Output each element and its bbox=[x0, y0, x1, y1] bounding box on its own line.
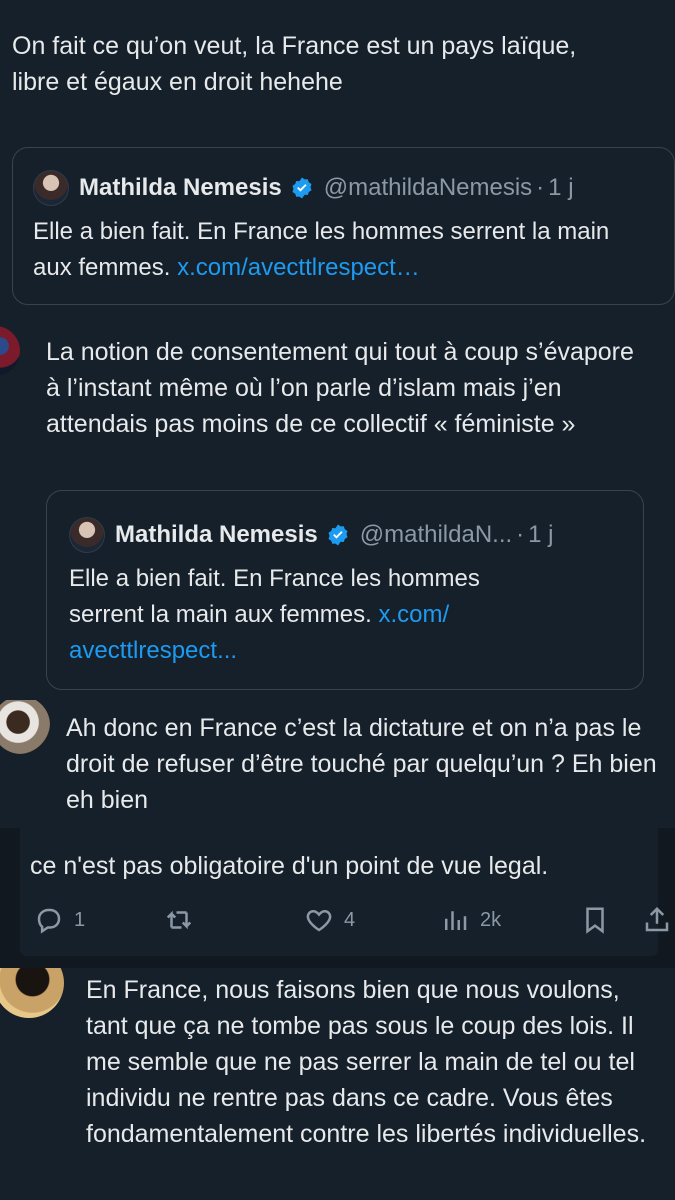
views-icon bbox=[445, 911, 467, 930]
tweet-5-text: En France, nous faisons bien que nous vo… bbox=[86, 976, 647, 1148]
quoted-tweet-2[interactable]: Mathilda Nemesis @mathildaN... · 1 j Ell… bbox=[46, 490, 644, 690]
verified-badge-icon bbox=[292, 177, 312, 199]
reply-count: 1 bbox=[74, 908, 86, 931]
share-icon bbox=[645, 906, 669, 932]
separator-dot: · bbox=[536, 174, 545, 201]
action-bar: 1 4 2k bbox=[0, 900, 675, 940]
like-count: 4 bbox=[344, 908, 356, 931]
quoted-author-name[interactable]: Mathilda Nemesis bbox=[115, 521, 318, 549]
separator-dot: · bbox=[516, 521, 525, 548]
bookmark-button[interactable] bbox=[580, 905, 610, 935]
tweet-5: En France, nous faisons bien que nous vo… bbox=[0, 968, 675, 1200]
quoted-author-name[interactable]: Mathilda Nemesis bbox=[79, 174, 282, 202]
tweet-1: On fait ce qu’on veut, la France est un … bbox=[0, 0, 675, 322]
quoted-tweet-link[interactable]: x.com/ bbox=[378, 601, 449, 628]
user-avatar[interactable] bbox=[0, 968, 64, 1018]
quoted-tweet-link-cont[interactable]: avecttlrespect... bbox=[69, 637, 237, 664]
reply-icon bbox=[37, 908, 61, 934]
tweet-2: La notion de consentement qui tout à cou… bbox=[0, 322, 675, 700]
reply-button[interactable]: 1 bbox=[34, 905, 85, 935]
quoted-author-avatar bbox=[69, 517, 105, 553]
retweet-button[interactable] bbox=[164, 905, 204, 935]
tweet-4: ce n'est pas obligatoire d'un point de v… bbox=[0, 828, 675, 968]
bookmark-icon bbox=[586, 907, 604, 934]
quoted-author-handle[interactable]: @mathildaN... bbox=[360, 521, 512, 549]
user-avatar[interactable] bbox=[0, 700, 50, 754]
user-avatar[interactable] bbox=[0, 326, 20, 376]
quoted-timestamp[interactable]: 1 j bbox=[528, 521, 553, 549]
tweet-1-text: On fait ce qu’on veut, la France est un … bbox=[12, 32, 577, 96]
tweet-2-text: La notion de consentement qui tout à cou… bbox=[46, 338, 634, 438]
views-count: 2k bbox=[480, 908, 502, 931]
views-button[interactable]: 2k bbox=[440, 905, 501, 935]
share-button[interactable] bbox=[642, 905, 672, 935]
like-icon bbox=[306, 909, 332, 932]
like-button[interactable]: 4 bbox=[304, 905, 355, 935]
retweet-icon bbox=[166, 910, 192, 930]
verified-badge-icon bbox=[328, 524, 348, 546]
quoted-tweet-1[interactable]: Mathilda Nemesis @mathildaNemesis · 1 j … bbox=[12, 147, 675, 305]
quoted-author-handle[interactable]: @mathildaNemesis bbox=[324, 174, 532, 202]
quoted-tweet-link[interactable]: x.com/avecttlrespect… bbox=[177, 254, 420, 281]
quoted-author-avatar bbox=[33, 170, 69, 206]
tweet-3: Ah donc en France c’est la dictature et … bbox=[0, 700, 675, 828]
tweet-3-text: Ah donc en France c’est la dictature et … bbox=[66, 714, 657, 814]
quoted-timestamp[interactable]: 1 j bbox=[548, 174, 573, 202]
tweet-4-text: ce n'est pas obligatoire d'un point de v… bbox=[30, 852, 549, 880]
